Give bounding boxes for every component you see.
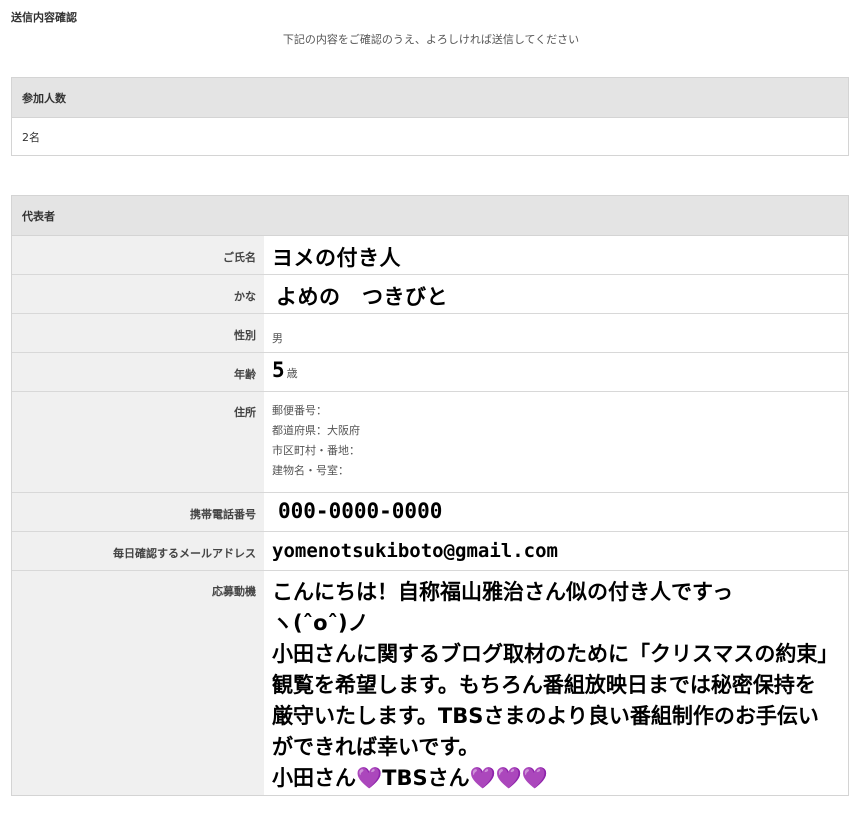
confirmation-instructions: 下記の内容をご確認のうえ、よろしければ送信してください (282, 33, 580, 46)
representative-header: 代表者 (12, 196, 848, 236)
age-label-text: 年齢 (234, 368, 256, 381)
row-age: 年齢 5歳 (12, 353, 848, 392)
email-value-text: yomenotsukiboto@gmail.com (272, 540, 558, 562)
name-value-text: ヨメの付き人 (272, 246, 401, 270)
email-label: 毎日確認するメールアドレス (12, 532, 264, 570)
email-value: yomenotsukiboto@gmail.com (264, 532, 848, 570)
gender-label: 性別 (12, 314, 264, 352)
motive-text: こんにちは！自称福山雅治さん似の付き人ですっ ヽ(ˆoˆ)ノ 小田さんに関するブ… (272, 580, 828, 790)
participants-section: 参加人数 2名 (11, 77, 849, 156)
address-city: 市区町村・番地： (272, 444, 360, 457)
participants-header: 参加人数 (12, 78, 848, 118)
age-value: 5歳 (264, 353, 848, 391)
phone-label: 携帯電話番号 (12, 493, 264, 531)
age-number: 5 (272, 358, 285, 382)
motive-value: こんにちは！自称福山雅治さん似の付き人ですっ ヽ(ˆoˆ)ノ 小田さんに関するブ… (264, 571, 848, 795)
address-prefecture: 都道府県：大阪府 (272, 424, 360, 437)
address-building: 建物名・号室： (272, 464, 349, 477)
email-label-text: 毎日確認するメールアドレス (113, 547, 256, 560)
kana-label-text: かな (234, 290, 256, 303)
representative-section: 代表者 ご氏名 ヨメの付き人 かな よめの つきびと 性別 男 年齢 5歳 住所… (11, 195, 849, 796)
gender-label-text: 性別 (234, 329, 256, 342)
row-motive: 応募動機 こんにちは！自称福山雅治さん似の付き人ですっ ヽ(ˆoˆ)ノ 小田さん… (12, 571, 848, 795)
phone-value-text: 000-0000-0000 (278, 499, 443, 523)
address-postal: 郵便番号： (272, 404, 327, 417)
kana-label: かな (12, 275, 264, 313)
row-gender: 性別 男 (12, 314, 848, 353)
name-label: ご氏名 (12, 236, 264, 274)
gender-value: 男 (264, 314, 848, 352)
address-value: 郵便番号： 都道府県：大阪府 市区町村・番地： 建物名・号室： (264, 392, 848, 492)
kana-value: よめの つきびと (264, 275, 848, 313)
phone-value: 000-0000-0000 (264, 493, 848, 531)
row-name: ご氏名 ヨメの付き人 (12, 236, 848, 275)
row-address: 住所 郵便番号： 都道府県：大阪府 市区町村・番地： 建物名・号室： (12, 392, 848, 493)
age-unit: 歳 (286, 367, 298, 380)
motive-label-text: 応募動機 (212, 585, 256, 598)
participants-value: 2名 (22, 130, 40, 144)
name-value: ヨメの付き人 (264, 236, 848, 274)
page-title: 送信内容確認 (11, 11, 77, 24)
gender-value-text: 男 (272, 332, 283, 345)
name-label-text: ご氏名 (223, 251, 256, 264)
kana-value-text: よめの つきびと (276, 285, 448, 309)
row-email: 毎日確認するメールアドレス yomenotsukiboto@gmail.com (12, 532, 848, 571)
motive-label: 応募動機 (12, 571, 264, 795)
address-label: 住所 (12, 392, 264, 492)
phone-label-text: 携帯電話番号 (190, 508, 256, 521)
row-phone: 携帯電話番号 000-0000-0000 (12, 493, 848, 532)
row-kana: かな よめの つきびと (12, 275, 848, 314)
age-label: 年齢 (12, 353, 264, 391)
address-label-text: 住所 (234, 406, 256, 419)
